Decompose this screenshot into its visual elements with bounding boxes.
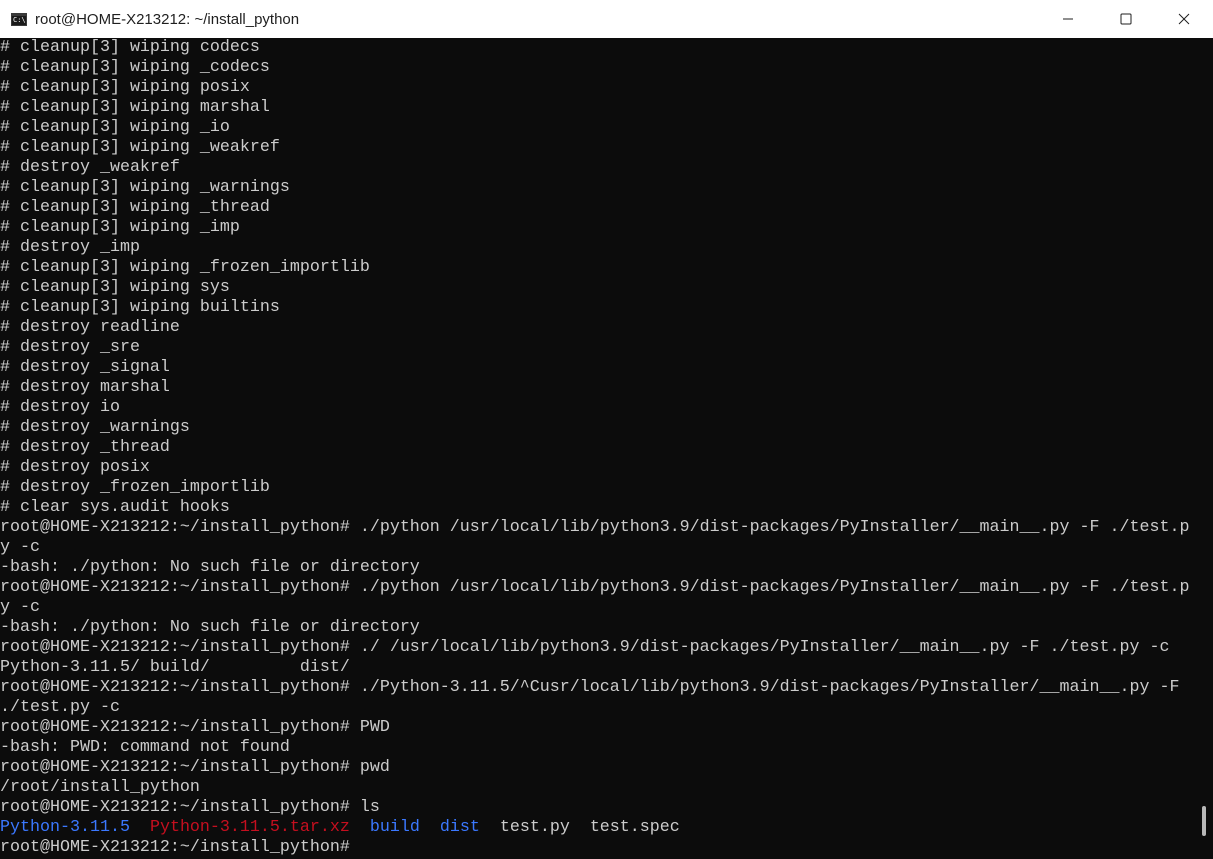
terminal-app-icon: C:\ <box>11 12 27 26</box>
window-title: root@HOME-X213212: ~/install_python <box>35 10 300 28</box>
maximize-icon <box>1120 13 1132 25</box>
terminal-line: # destroy _signal <box>0 358 170 377</box>
terminal-line: # destroy _sre <box>0 338 140 357</box>
terminal-line: # clear sys.audit hooks <box>0 498 230 517</box>
terminal-line: # destroy io <box>0 398 120 417</box>
terminal-line: # cleanup[3] wiping sys <box>0 278 230 297</box>
ls-output-line: Python-3.11.5 Python-3.11.5.tar.xz build… <box>0 818 1195 838</box>
ls-entry-build-dir: build <box>369 818 420 837</box>
terminal-line: root@HOME-X213212:~/install_python# ./Py… <box>0 678 1180 697</box>
terminal-line: # cleanup[3] wiping _io <box>0 118 230 137</box>
terminal-line: # cleanup[3] wiping _imp <box>0 218 240 237</box>
terminal-line: # destroy posix <box>0 458 150 477</box>
terminal-line: y -c <box>0 598 40 617</box>
terminal-line: # cleanup[3] wiping marshal <box>0 98 270 117</box>
terminal-line: y -c <box>0 538 40 557</box>
terminal-line: # destroy _frozen_importlib <box>0 478 270 497</box>
vertical-scrollbar[interactable] <box>1195 38 1213 859</box>
terminal-line: root@HOME-X213212:~/install_python# ./py… <box>0 518 1190 537</box>
title-bar[interactable]: C:\ root@HOME-X213212: ~/install_python <box>0 0 1213 38</box>
terminal-line: # destroy _imp <box>0 238 140 257</box>
window-controls <box>1039 0 1213 38</box>
terminal-line: -bash: ./python: No such file or directo… <box>0 618 420 637</box>
terminal-line: # destroy marshal <box>0 378 170 397</box>
terminal-line: # cleanup[3] wiping builtins <box>0 298 280 317</box>
terminal-line: # cleanup[3] wiping _warnings <box>0 178 290 197</box>
close-button[interactable] <box>1155 0 1213 38</box>
terminal-line: Python-3.11.5/ build/ dist/ <box>0 658 350 677</box>
terminal-line: root@HOME-X213212:~/install_python# PWD <box>0 718 390 737</box>
scrollbar-thumb[interactable] <box>1202 806 1206 836</box>
terminal-output[interactable]: # cleanup[3] wiping codecs # cleanup[3] … <box>0 38 1195 859</box>
app-icon-label: C:\ <box>13 15 26 24</box>
terminal-line: root@HOME-X213212:~/install_python# ls <box>0 798 380 817</box>
terminal-line: -bash: ./python: No such file or directo… <box>0 558 420 577</box>
ls-entry-test-spec: test.spec <box>589 818 680 837</box>
terminal-line: # destroy _thread <box>0 438 170 457</box>
terminal-line: # cleanup[3] wiping _thread <box>0 198 270 217</box>
terminal-line: # cleanup[3] wiping _weakref <box>0 138 280 157</box>
minimize-button[interactable] <box>1039 0 1097 38</box>
terminal-line: # destroy _warnings <box>0 418 190 437</box>
terminal-line: /root/install_python <box>0 778 200 797</box>
terminal-line: root@HOME-X213212:~/install_python# pwd <box>0 758 390 777</box>
terminal-line: ./test.py -c <box>0 698 120 717</box>
ls-entry-dist-dir: dist <box>439 818 480 837</box>
terminal-line: -bash: PWD: command not found <box>0 738 290 757</box>
terminal-line: # cleanup[3] wiping _frozen_importlib <box>0 258 370 277</box>
close-icon <box>1178 13 1190 25</box>
terminal-line: # cleanup[3] wiping posix <box>0 78 250 97</box>
maximize-button[interactable] <box>1097 0 1155 38</box>
terminal-line: # destroy readline <box>0 318 180 337</box>
command-prompt[interactable]: root@HOME-X213212:~/install_python# <box>0 838 1195 858</box>
terminal-line: # cleanup[3] wiping _codecs <box>0 58 270 77</box>
minimize-icon <box>1063 18 1073 20</box>
terminal-line: # destroy _weakref <box>0 158 180 177</box>
ls-entry-python-dir: Python-3.11.5 <box>0 818 130 837</box>
terminal-line: root@HOME-X213212:~/install_python# ./ /… <box>0 638 1170 657</box>
terminal-line: root@HOME-X213212:~/install_python# ./py… <box>0 578 1190 597</box>
terminal-window: C:\ root@HOME-X213212: ~/install_python <box>0 0 1213 859</box>
ls-entry-test-py: test.py <box>499 818 570 837</box>
terminal-line: # cleanup[3] wiping codecs <box>0 38 260 57</box>
ls-entry-python-tar: Python-3.11.5.tar.xz <box>149 818 350 837</box>
